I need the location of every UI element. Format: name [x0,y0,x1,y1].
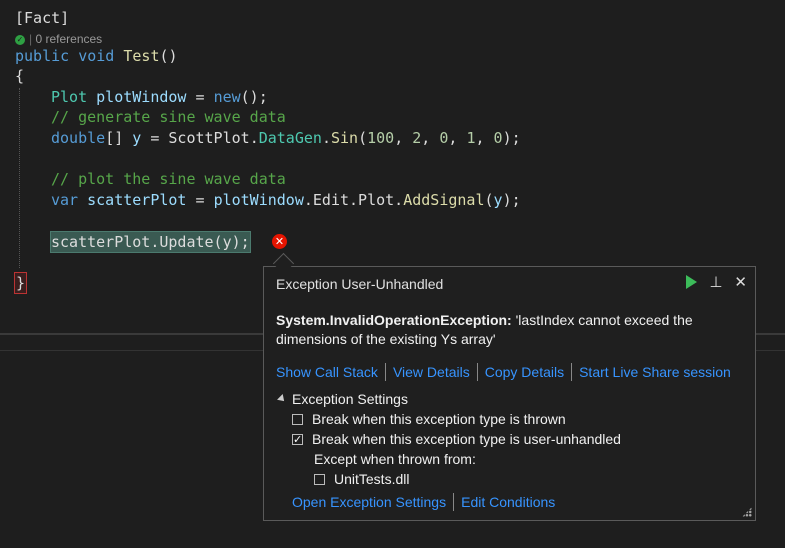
punct: ); [502,191,521,209]
open-brace: { [15,66,24,86]
comment-generate: // generate sine wave data [51,108,286,126]
punct: (); [240,88,268,106]
class-datagen: DataGen [258,129,322,147]
attribute-line: [Fact] [15,8,69,28]
keyword-new: new [213,88,241,106]
link-separator [571,363,573,381]
option-module[interactable]: UnitTests.dll [278,469,621,489]
action-links: Show Call Stack View Details Copy Detail… [276,363,731,381]
live-share-link[interactable]: Start Live Share session [579,364,731,380]
option-unhandled-label: Break when this exception type is user-u… [312,431,621,447]
code-line-plot: Plot plotWindow = new(); [51,87,268,107]
code-line-datagen: double[] y = ScottPlot.DataGen.Sin(100, … [51,129,521,147]
arg-number: 1 [466,129,476,147]
exception-settings: Exception Settings Break when this excep… [277,389,621,489]
dot: . [321,129,331,147]
open-brace-text: { [15,67,25,85]
link-separator [384,363,386,381]
resize-grip-icon[interactable] [742,507,752,517]
attribute-text: [Fact] [15,9,70,27]
code-line-addsignal: var scatterPlot = plotWindow.Edit.Plot.A… [51,190,521,210]
comment-plot: // plot the sine wave data [51,170,286,188]
except-label: Except when thrown from: [314,451,476,467]
arg-number: 100 [367,129,395,147]
method-parens: () [159,47,178,65]
exception-message: System.InvalidOperationException: 'lastI… [276,311,741,349]
option-thrown[interactable]: Break when this exception type is thrown [278,409,621,429]
keyword-double: double [51,129,106,147]
keyword-void: void [78,47,115,65]
var-plotwindow: plotWindow [213,191,304,209]
paren: ( [358,129,368,147]
var-plotwindow: plotWindow [96,88,187,106]
class-scottplot: ScottPlot [168,129,250,147]
arg-number: 0 [493,129,503,147]
var-scatterplot: scatterPlot [87,191,187,209]
exception-settings-header[interactable]: Exception Settings [277,389,621,409]
close-icon[interactable]: ✕ [734,273,747,291]
method-addsignal: AddSignal [403,191,485,209]
edit-conditions-link[interactable]: Edit Conditions [461,494,555,510]
arg-y: y [493,191,503,209]
option-thrown-label: Break when this exception type is thrown [312,411,566,427]
assign: = [186,88,214,106]
show-call-stack-link[interactable]: Show Call Stack [276,364,378,380]
method-signature: public void Test() [15,46,178,66]
view-details-link[interactable]: View Details [393,364,470,380]
error-icon[interactable]: ✕ [272,234,287,249]
open-exception-settings-link[interactable]: Open Exception Settings [292,494,446,510]
bottom-links: Open Exception Settings Edit Conditions [292,493,555,511]
method-name: Test [123,47,160,65]
copy-details-link[interactable]: Copy Details [485,364,564,380]
punct: [] [105,129,133,147]
checkbox-thrown[interactable] [292,413,303,425]
link-separator [453,493,455,511]
var-y: y [132,129,142,147]
references-count[interactable]: 0 references [35,32,102,46]
checkbox-module[interactable] [314,473,325,485]
current-statement-highlight[interactable]: scatterPlot.Update(y); [50,231,251,253]
option-unhandled[interactable]: ✓ Break when this exception type is user-… [278,429,621,449]
method-sin: Sin [330,129,359,147]
keyword-public: public [15,47,70,65]
pin-icon[interactable]: ⊥ [709,273,722,291]
popup-toolbar: ⊥ ✕ [686,273,747,291]
check-icon: ✓ [15,34,25,45]
arg-number: 2 [412,129,422,147]
assign: = [186,191,214,209]
indent-guide [19,88,20,268]
type-plot: Plot [51,88,88,106]
expand-triangle-icon[interactable] [277,394,287,404]
exception-helper-popup: Exception User-Unhandled ⊥ ✕ System.Inva… [263,266,756,521]
checkbox-unhandled[interactable]: ✓ [292,433,303,445]
link-separator [476,363,478,381]
paren: ( [484,191,494,209]
keyword-var: var [51,191,79,209]
member-access: .Edit.Plot. [303,191,404,209]
option-module-label: UnitTests.dll [334,471,410,487]
continue-icon[interactable] [686,275,698,289]
settings-header-label: Exception Settings [292,391,408,407]
popup-title: Exception User-Unhandled [276,276,444,292]
close-brace: } [14,272,28,294]
arg-number: 0 [439,129,449,147]
dot: . [249,129,259,147]
exception-type: System.InvalidOperationException: [276,312,512,328]
punct: ); [502,129,521,147]
assign: = [141,129,169,147]
